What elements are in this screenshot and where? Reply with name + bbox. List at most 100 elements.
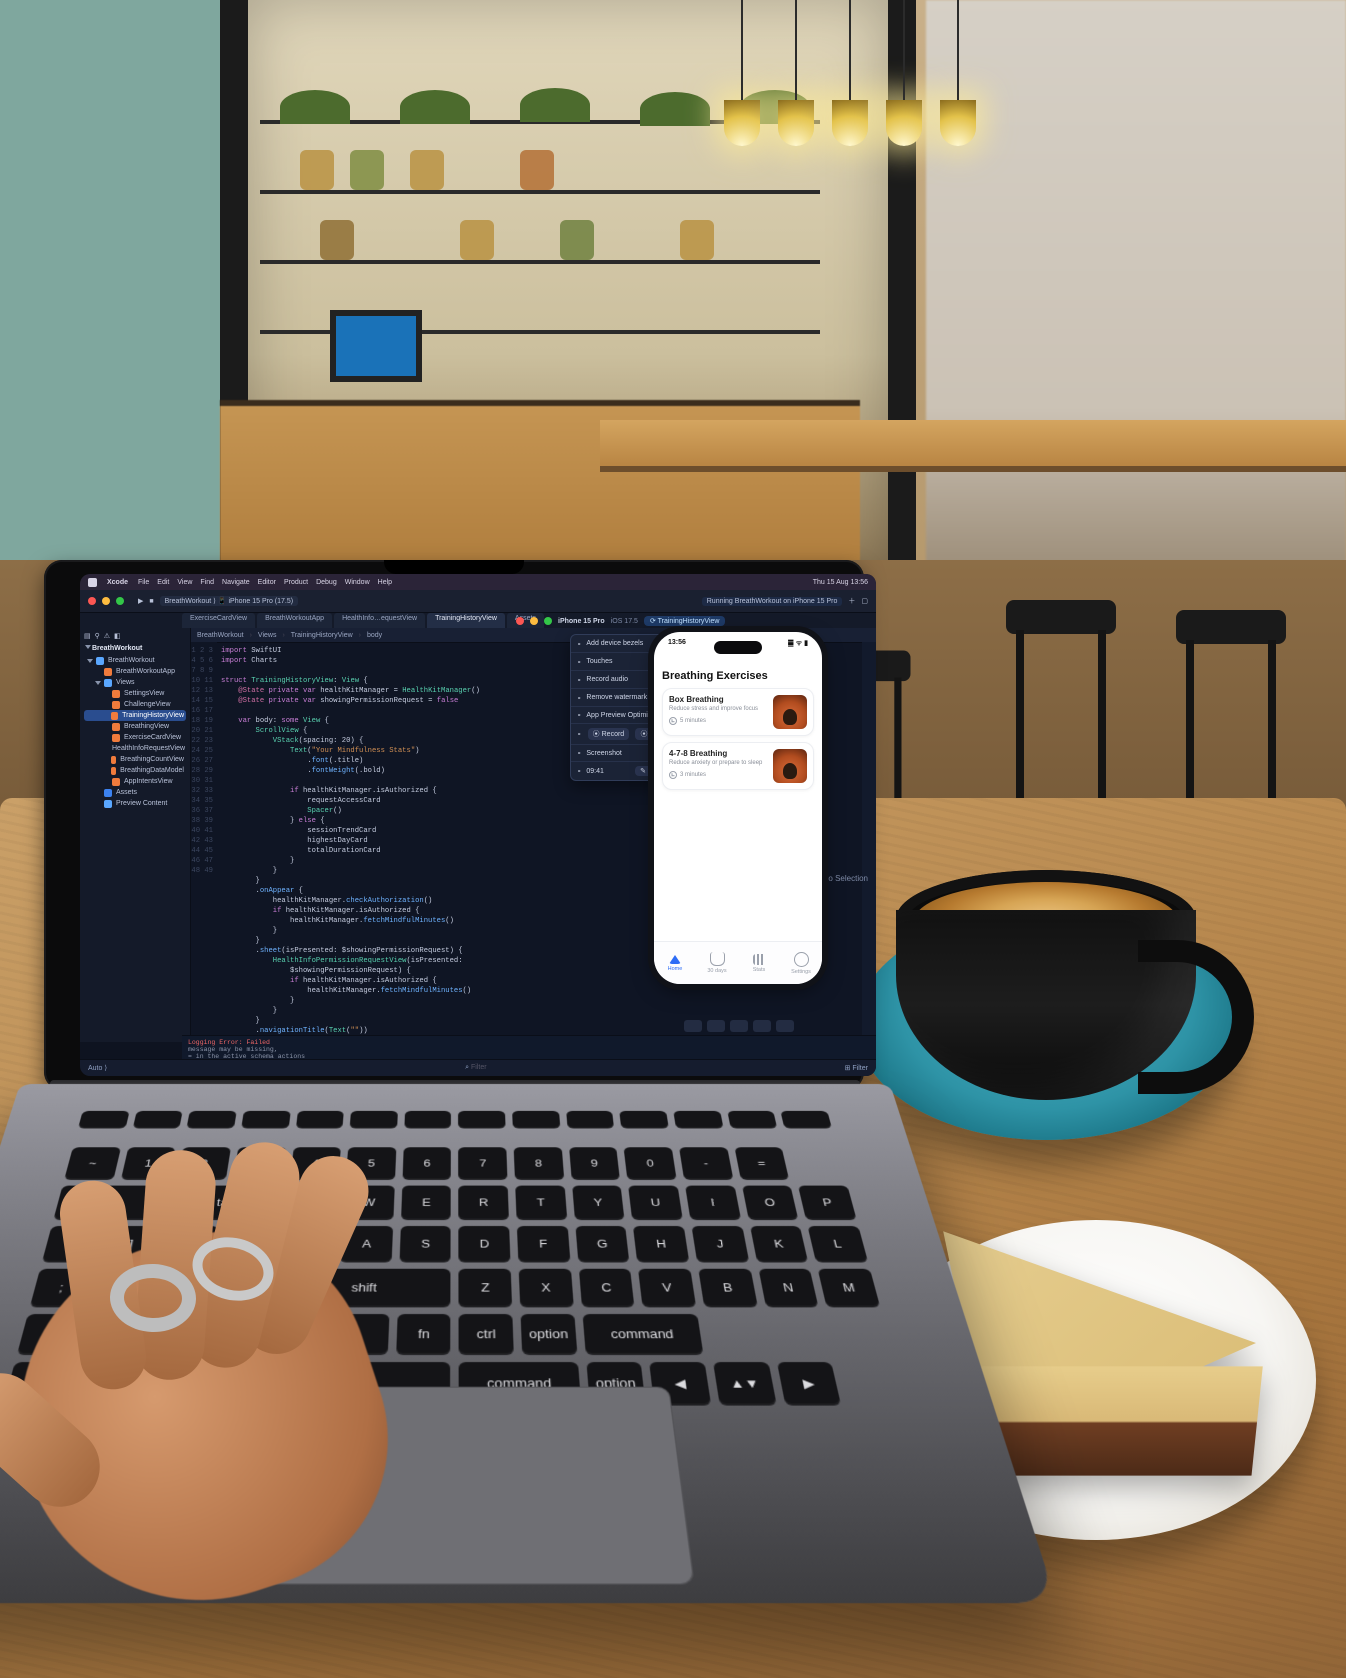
key[interactable]: shift — [275, 1269, 451, 1308]
key[interactable]: C — [579, 1269, 635, 1308]
iphone-screen-content[interactable]: Breathing Exercises Box Breathing Reduce… — [654, 662, 822, 942]
menubar-app[interactable]: Xcode — [107, 579, 128, 586]
window-close-icon[interactable] — [88, 597, 96, 605]
key[interactable]: / — [143, 1314, 204, 1355]
run-button-icon[interactable]: ▶ — [138, 597, 143, 605]
key[interactable]: - — [679, 1147, 733, 1180]
exercise-card[interactable]: 4-7-8 Breathing Reduce anxiety or prepar… — [662, 742, 814, 790]
inspectors-icon[interactable]: ▢ — [861, 597, 868, 605]
navigator-item[interactable]: Views — [84, 677, 186, 688]
macos-menubar[interactable]: Xcode FileEditViewFindNavigateEditorProd… — [80, 574, 876, 590]
stop-button-icon[interactable]: ■ — [149, 598, 153, 605]
menubar-item[interactable]: Edit — [157, 579, 169, 586]
menubar-item[interactable]: Editor — [258, 579, 276, 586]
key[interactable]: H — [633, 1226, 689, 1262]
editor-bottom-bar[interactable]: Auto ⟩ ⌕ Filter ⊞ Filter — [80, 1059, 876, 1076]
editor-tab[interactable]: ExerciseCardView — [182, 613, 255, 629]
navigator-item[interactable]: BreathingView — [84, 721, 186, 732]
key[interactable]: J — [692, 1226, 749, 1262]
key[interactable]: 8 — [514, 1147, 564, 1180]
sim-zoom-icon[interactable] — [544, 617, 552, 625]
menubar-item[interactable]: View — [177, 579, 192, 586]
key[interactable]: B — [698, 1269, 757, 1308]
key[interactable]: ▲▼ — [713, 1362, 776, 1406]
key[interactable]: caps — [221, 1226, 335, 1262]
nav-tab-icon[interactable]: ⚠ — [104, 632, 110, 640]
key[interactable] — [673, 1111, 723, 1129]
key[interactable]: ; — [30, 1269, 92, 1308]
project-navigator[interactable]: ▤⚲⚠◧ BreathWorkout BreathWorkoutBreathWo… — [80, 628, 191, 1042]
key[interactable] — [727, 1111, 778, 1129]
key[interactable]: , — [17, 1314, 81, 1355]
key[interactable]: 2 — [177, 1147, 231, 1180]
tabbar-item-30 days[interactable]: 30 days — [696, 942, 738, 984]
key[interactable]: O — [742, 1186, 799, 1221]
key[interactable]: 1 — [120, 1147, 175, 1180]
navigator-item[interactable]: ChallengeView — [84, 699, 186, 710]
apple-icon[interactable] — [88, 578, 97, 587]
keyboard[interactable]: ~1234567890-=deltabQWERTYUIOP[]\capsASDF… — [13, 1111, 896, 1368]
key[interactable]: F — [517, 1226, 570, 1262]
key[interactable]: tab — [169, 1186, 281, 1221]
key[interactable] — [566, 1111, 615, 1129]
key[interactable] — [295, 1111, 344, 1129]
sim-footer-button[interactable] — [684, 1020, 702, 1032]
key[interactable]: 7 — [459, 1147, 508, 1180]
key[interactable] — [620, 1111, 669, 1129]
breadcrumb-segment[interactable]: BreathWorkout — [197, 632, 244, 639]
key[interactable] — [350, 1111, 398, 1129]
filter-icon[interactable]: ⌕ — [465, 1064, 469, 1071]
key[interactable]: M — [818, 1269, 880, 1308]
key[interactable] — [781, 1111, 832, 1129]
navigator-item[interactable]: HealthInfoRequestView — [84, 743, 186, 754]
navigator-item[interactable]: BreathingDataModel — [84, 765, 186, 776]
key[interactable]: shift — [206, 1314, 389, 1355]
key[interactable]: A — [340, 1226, 393, 1262]
key[interactable]: U — [629, 1186, 683, 1221]
exercise-card[interactable]: Box Breathing Reduce stress and improve … — [662, 688, 814, 736]
key[interactable]: G — [575, 1226, 630, 1262]
navigator-item[interactable]: BreathingCountView — [84, 754, 186, 765]
key[interactable]: Q — [285, 1186, 338, 1221]
menubar-item[interactable]: Debug — [316, 579, 337, 586]
nav-tab-icon[interactable]: ◧ — [114, 632, 121, 640]
editor-tab[interactable]: BreathWorkoutApp — [257, 613, 332, 629]
scheme-chip[interactable]: BreathWorkout ⟩ 📱 iPhone 15 Pro (17.5) — [160, 596, 298, 606]
key[interactable]: T — [515, 1186, 567, 1221]
navigator-item[interactable]: Preview Content — [84, 798, 186, 809]
sim-minimize-icon[interactable] — [530, 617, 538, 625]
window-minimize-icon[interactable] — [102, 597, 110, 605]
key[interactable]: . — [80, 1314, 143, 1355]
nav-tab-icon[interactable]: ▤ — [84, 632, 91, 640]
key[interactable]: P — [798, 1186, 856, 1221]
sim-footer-button[interactable] — [707, 1020, 725, 1032]
key[interactable] — [512, 1111, 560, 1129]
breadcrumb-segment[interactable]: body — [367, 632, 382, 639]
key[interactable]: I — [685, 1186, 741, 1221]
sim-footer-button[interactable] — [776, 1020, 794, 1032]
breadcrumb-segment[interactable]: Views — [258, 632, 277, 639]
key[interactable]: command — [582, 1314, 703, 1355]
key[interactable]: 5 — [346, 1147, 396, 1180]
key[interactable]: 4 — [290, 1147, 342, 1180]
key[interactable]: Y — [572, 1186, 625, 1221]
window-zoom-icon[interactable] — [116, 597, 124, 605]
navigator-item[interactable]: TrainingHistoryView — [84, 710, 186, 721]
sim-footer-button[interactable] — [730, 1020, 748, 1032]
key[interactable]: Z — [459, 1269, 512, 1308]
navigator-item[interactable]: BreathWorkoutApp — [84, 666, 186, 677]
minimap[interactable] — [862, 642, 876, 1042]
tabbar-item-stats[interactable]: Stats — [738, 942, 780, 984]
key[interactable]: ] — [101, 1226, 160, 1262]
navigator-item[interactable]: BreathWorkout — [84, 655, 186, 666]
key[interactable]: K — [750, 1226, 809, 1262]
pill-button[interactable]: ⦿ Record — [588, 728, 630, 740]
bottombar-right[interactable]: ⊞ Filter — [845, 1064, 868, 1072]
key[interactable]: 6 — [402, 1147, 451, 1180]
nav-tab-icon[interactable]: ⚲ — [95, 632, 100, 640]
key[interactable]: V — [638, 1269, 696, 1308]
navigator-item[interactable]: SettingsView — [84, 688, 186, 699]
key[interactable]: E — [401, 1186, 451, 1221]
menubar-item[interactable]: Help — [378, 579, 392, 586]
key[interactable]: 0 — [624, 1147, 677, 1180]
